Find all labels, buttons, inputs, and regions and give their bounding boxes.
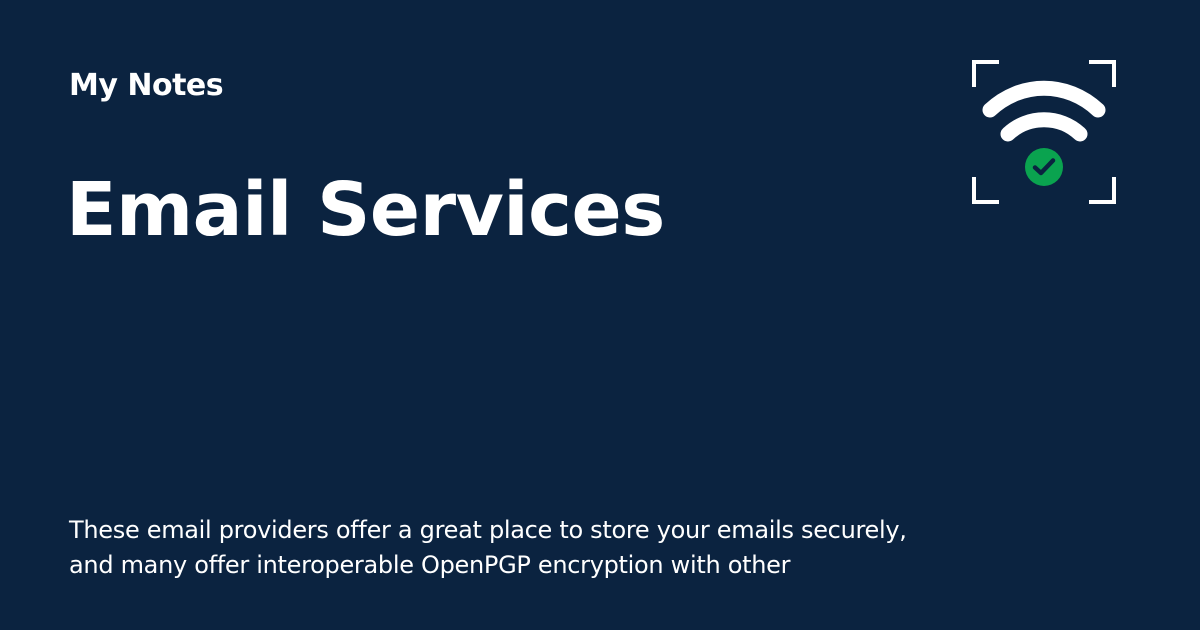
wifi-check-icon xyxy=(972,60,1116,204)
wifi-arcs xyxy=(982,80,1106,142)
page-title: Email Services xyxy=(66,167,665,253)
site-name: My Notes xyxy=(69,68,224,103)
description-line-2: and many offer interoperable OpenPGP enc… xyxy=(69,551,791,579)
social-card: My Notes Email Services These email prov… xyxy=(0,0,1200,630)
description-line-1: These email providers offer a great plac… xyxy=(69,516,907,544)
check-circle-icon xyxy=(1025,148,1063,186)
page-description: These email providers offer a great plac… xyxy=(69,513,909,583)
